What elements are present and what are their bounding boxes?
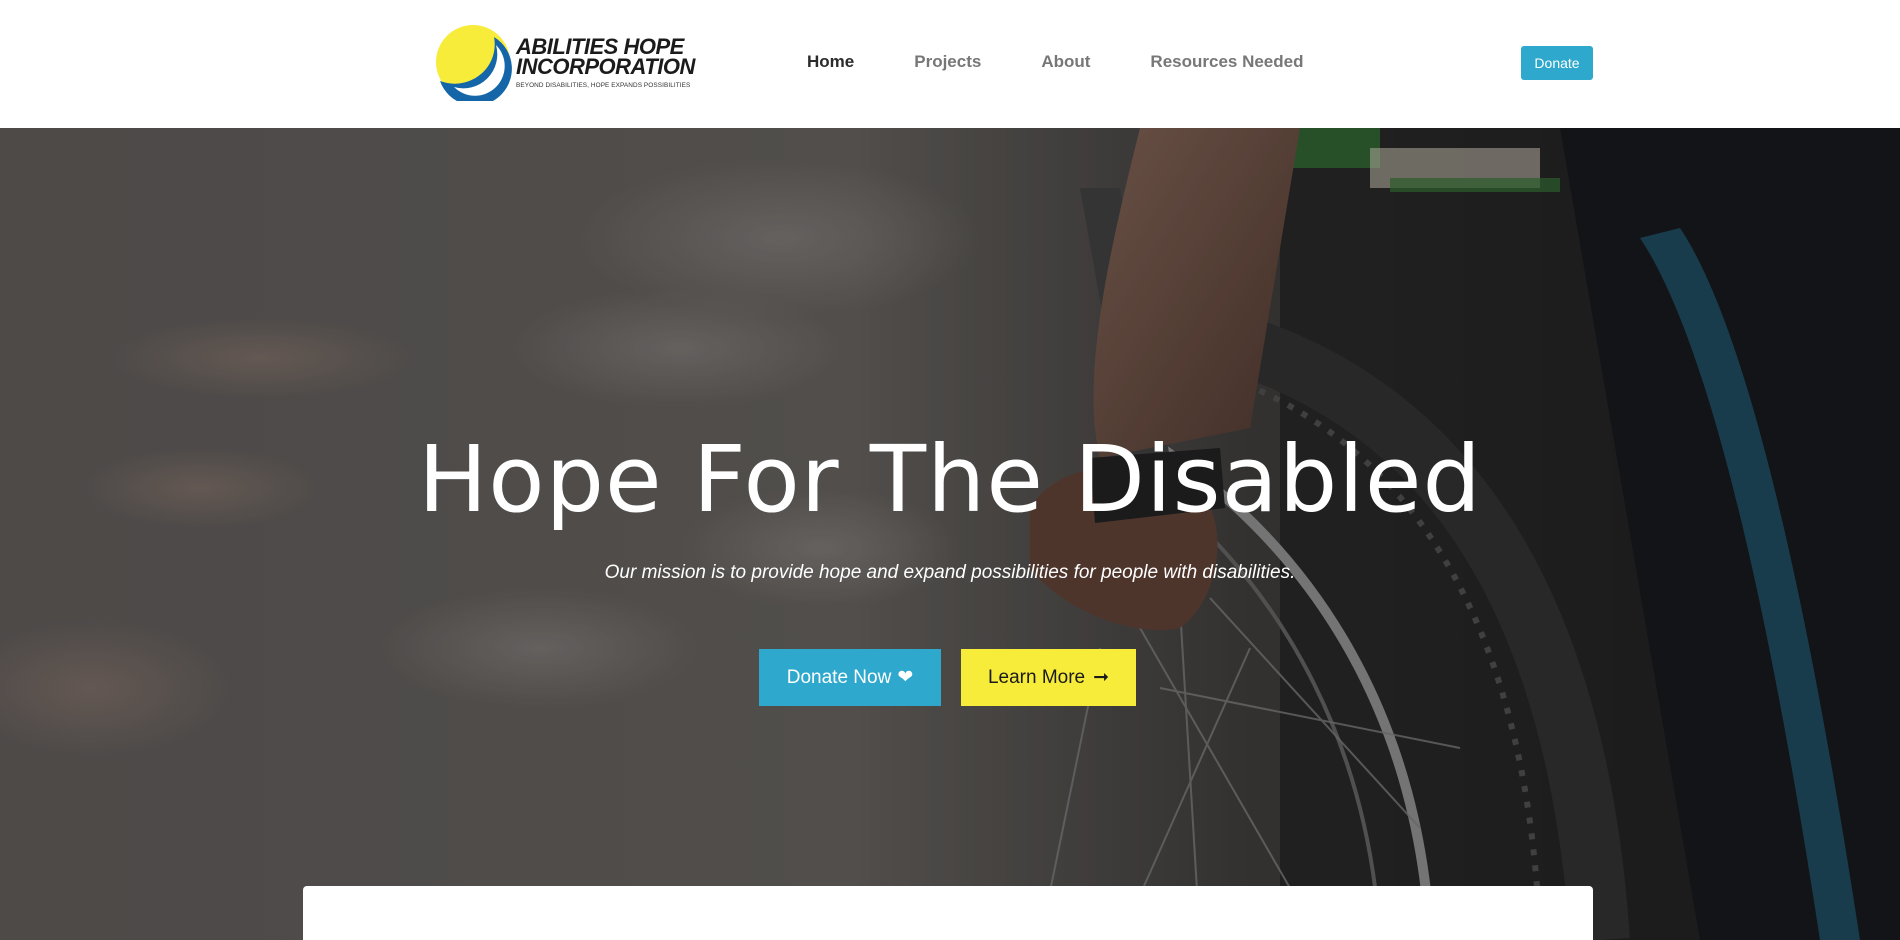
brand-tagline: BEYOND DISABILITIES, HOPE EXPANDS POSSIB…	[516, 82, 691, 89]
hero-subtitle: Our mission is to provide hope and expan…	[604, 562, 1296, 583]
hero-dark-overlay	[0, 128, 1900, 940]
donate-now-button[interactable]: Donate Now ❤	[759, 649, 941, 706]
nav-item-about[interactable]: About	[1041, 52, 1090, 72]
brand-wordmark: ABILITIES HOPE INCORPORATION BEYOND DISA…	[516, 36, 695, 90]
brand-logo[interactable]: ABILITIES HOPE INCORPORATION BEYOND DISA…	[434, 23, 695, 101]
brand-name-line2: INCORPORATION	[516, 54, 695, 79]
heart-icon: ❤	[897, 667, 914, 688]
learn-more-label: Learn More	[987, 666, 1086, 688]
hero-section: Hope For The Disabled Our mission is to …	[0, 128, 1900, 940]
arrow-right-icon: ➞	[1093, 667, 1110, 688]
learn-more-button[interactable]: Learn More ➞	[961, 649, 1136, 706]
content-card	[303, 886, 1593, 940]
nav-item-projects[interactable]: Projects	[914, 52, 981, 72]
site-header: ABILITIES HOPE INCORPORATION BEYOND DISA…	[0, 0, 1900, 128]
donate-now-label: Donate Now	[786, 666, 892, 688]
nav-item-home[interactable]: Home	[807, 52, 854, 72]
hero-title: Hope For The Disabled	[418, 426, 1482, 533]
nav-item-resources-needed[interactable]: Resources Needed	[1150, 52, 1303, 72]
circle-swoosh-logo-icon	[436, 25, 512, 101]
header-donate-button[interactable]: Donate	[1521, 46, 1593, 80]
main-nav: Home Projects About Resources Needed	[807, 52, 1364, 72]
